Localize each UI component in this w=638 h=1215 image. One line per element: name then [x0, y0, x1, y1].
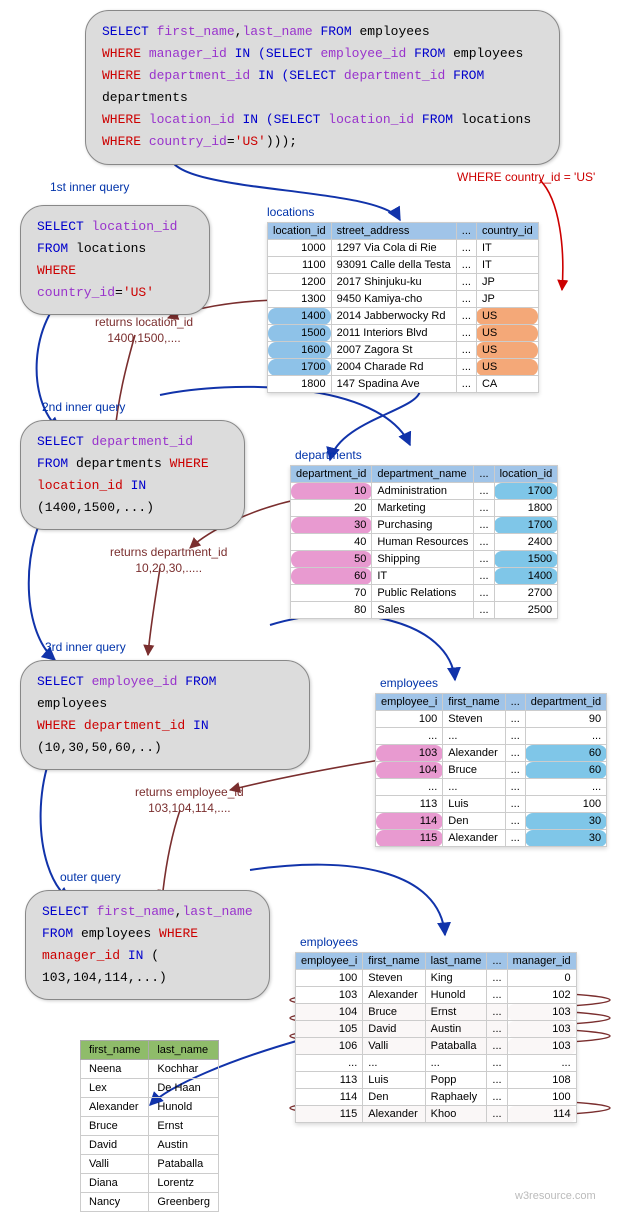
label-employees-2: employees — [300, 935, 358, 949]
col-manager-id: manager_id — [507, 953, 576, 970]
main-query-line-1: SELECT first_name,last_name FROM employe… — [102, 21, 543, 43]
col-department-name: department_name — [372, 466, 474, 483]
label-employees-1: employees — [380, 676, 438, 690]
col-first-name: first_name — [81, 1041, 149, 1060]
employees-table-1: employee_i first_name ... department_id … — [375, 693, 607, 847]
col-employee-id: employee_i — [296, 953, 363, 970]
label-outer: outer query — [60, 870, 121, 884]
inner-query-2-box: SELECT department_id FROM departments WH… — [20, 420, 245, 530]
label-returns-employee: returns employee_id 103,104,114,.... — [135, 785, 244, 816]
inner-query-1-box: SELECT location_id FROM locations WHERE … — [20, 205, 210, 315]
col-street-address: street_address — [331, 223, 456, 240]
col-country-id: country_id — [476, 223, 538, 240]
main-query-line-4: WHERE location_id IN (SELECT location_id… — [102, 109, 543, 131]
result-table: first_name last_name NeenaKochhar LexDe … — [80, 1040, 219, 1212]
outer-query-box: SELECT first_name,last_name FROM employe… — [25, 890, 270, 1000]
locations-table: location_id street_address ... country_i… — [267, 222, 539, 393]
label-where-country: WHERE country_id = 'US' — [457, 170, 595, 184]
label-returns-department: returns department_id 10,20,30,..... — [110, 545, 227, 576]
watermark: w3resource.com — [515, 1190, 596, 1202]
col-last-name: last_name — [149, 1041, 219, 1060]
employees-table-2: employee_i first_name last_name ... mana… — [295, 952, 577, 1123]
col-first-name: first_name — [363, 953, 425, 970]
col-last-name: last_name — [425, 953, 487, 970]
col-first-name: first_name — [443, 694, 505, 711]
label-departments: departments — [295, 448, 362, 462]
col-location-id: location_id — [494, 466, 558, 483]
main-query-box: SELECT first_name,last_name FROM employe… — [85, 10, 560, 165]
col-ellipsis: ... — [456, 223, 476, 240]
main-query-line-5: WHERE country_id='US'))); — [102, 131, 543, 153]
label-returns-location: returns location_id 1400,1500,.... — [95, 315, 193, 346]
label-2nd-inner: 2nd inner query — [42, 400, 125, 414]
departments-table: department_id department_name ... locati… — [290, 465, 558, 619]
label-1st-inner: 1st inner query — [50, 180, 129, 194]
main-query-line-2: WHERE manager_id IN (SELECT employee_id … — [102, 43, 543, 65]
col-location-id: location_id — [268, 223, 332, 240]
inner-query-3-box: SELECT employee_id FROM employees WHERE … — [20, 660, 310, 770]
col-department-id: department_id — [291, 466, 372, 483]
main-query-line-3: WHERE department_id IN (SELECT departmen… — [102, 65, 543, 109]
col-department-id: department_id — [525, 694, 606, 711]
label-locations: locations — [267, 205, 314, 219]
col-employee-id: employee_i — [376, 694, 443, 711]
label-3rd-inner: 3rd inner query — [45, 640, 126, 654]
